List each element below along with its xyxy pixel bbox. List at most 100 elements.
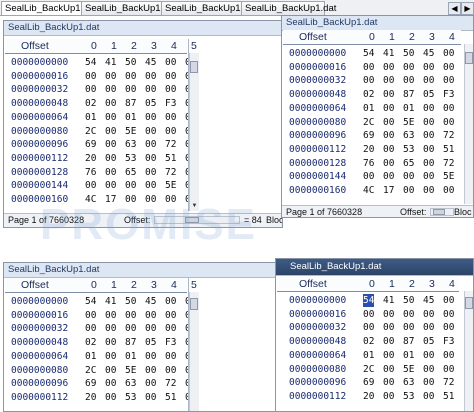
hex-byte-cell[interactable]: 01 [125, 111, 136, 124]
hex-byte-cell[interactable]: 54 [363, 294, 375, 307]
hex-byte-cell[interactable]: 01 [85, 350, 96, 363]
hex-byte-cell[interactable]: 00 [125, 309, 136, 322]
hex-byte-cell[interactable]: F3 [165, 336, 176, 349]
hex-byte-cell[interactable]: 00 [423, 116, 434, 129]
hex-byte-cell[interactable]: 76 [85, 166, 96, 179]
hex-byte-cell[interactable]: 00 [105, 377, 116, 390]
hex-byte-cell[interactable]: 5E [125, 125, 136, 138]
hex-byte-cell[interactable]: 00 [383, 116, 394, 129]
hex-byte-cell[interactable]: F3 [165, 97, 176, 110]
hex-byte-cell[interactable]: 53 [125, 391, 136, 404]
hex-byte-cell[interactable]: F3 [443, 335, 454, 348]
hex-byte-cell[interactable]: 72 [165, 138, 176, 151]
hex-byte-cell[interactable]: 45 [145, 56, 156, 69]
hex-byte-cell[interactable]: 00 [165, 125, 176, 138]
hex-byte-cell[interactable]: 00 [423, 363, 434, 376]
hex-byte-cell[interactable]: 72 [443, 157, 454, 170]
hex-byte-cell[interactable]: 63 [403, 376, 414, 389]
hex-byte-cell[interactable]: 00 [105, 152, 116, 165]
document-tab-1[interactable]: SealLib_BackUp1.dat [1, 1, 96, 15]
hex-byte-cell[interactable]: 2C [85, 125, 96, 138]
hex-byte-cell[interactable]: 01 [363, 349, 374, 362]
hex-byte-cell[interactable]: 00 [363, 61, 374, 74]
hex-byte-cell[interactable]: 41 [105, 295, 116, 308]
hex-byte-cell[interactable]: 02 [363, 335, 374, 348]
hex-byte-cell[interactable]: 00 [145, 193, 156, 206]
hex-byte-cell[interactable]: 00 [165, 322, 176, 335]
hex-byte-cell[interactable]: 00 [383, 157, 394, 170]
hex-byte-cell[interactable]: 41 [383, 47, 394, 60]
hex-byte-cell[interactable]: 00 [403, 321, 414, 334]
hex-byte-cell[interactable]: 53 [125, 152, 136, 165]
hex-byte-cell[interactable]: 00 [423, 376, 434, 389]
hex-byte-cell[interactable]: 00 [145, 83, 156, 96]
hex-byte-cell[interactable]: 00 [165, 295, 176, 308]
hex-byte-cell[interactable]: 00 [125, 70, 136, 83]
hex-byte-cell[interactable]: 00 [443, 116, 454, 129]
hex-byte-cell[interactable]: 00 [443, 363, 454, 376]
hex-byte-cell[interactable]: 00 [165, 350, 176, 363]
hex-byte-cell[interactable]: 00 [125, 179, 136, 192]
hex-byte-cell[interactable]: 50 [125, 56, 136, 69]
hex-byte-cell[interactable]: 00 [145, 350, 156, 363]
hex-byte-cell[interactable]: 63 [403, 129, 414, 142]
hex-byte-cell[interactable]: 51 [443, 390, 454, 403]
hex-byte-cell[interactable]: 76 [363, 157, 374, 170]
hscroll-thumb[interactable] [433, 209, 445, 215]
hex-byte-cell[interactable]: 00 [423, 170, 434, 183]
hex-byte-cell[interactable]: 00 [105, 97, 116, 110]
scroll-down-icon[interactable]: ▼ [190, 202, 199, 211]
hex-byte-cell[interactable]: 41 [383, 294, 394, 307]
hex-byte-cell[interactable]: 51 [165, 391, 176, 404]
vertical-scrollbar[interactable]: ▼ [189, 53, 199, 211]
hex-byte-cell[interactable]: 00 [383, 129, 394, 142]
hex-byte-cell[interactable]: 00 [423, 61, 434, 74]
hex-byte-cell[interactable]: 00 [443, 308, 454, 321]
hex-byte-cell[interactable]: 20 [85, 152, 96, 165]
hex-byte-cell[interactable]: 00 [145, 364, 156, 377]
hex-byte-cell[interactable]: 00 [383, 321, 394, 334]
hex-byte-cell[interactable]: 00 [383, 143, 394, 156]
hex-byte-cell[interactable]: 00 [145, 111, 156, 124]
hex-byte-cell[interactable]: 00 [145, 377, 156, 390]
hex-byte-cell[interactable]: 00 [363, 170, 374, 183]
hex-byte-cell[interactable]: 00 [105, 336, 116, 349]
hex-byte-cell[interactable]: 00 [145, 125, 156, 138]
hex-byte-cell[interactable]: 00 [165, 364, 176, 377]
scrollbar-thumb[interactable] [190, 61, 198, 73]
hex-byte-cell[interactable]: 00 [105, 125, 116, 138]
hex-byte-cell[interactable]: 4C [85, 193, 96, 206]
hex-byte-cell[interactable]: 00 [383, 74, 394, 87]
hex-byte-cell[interactable]: 50 [125, 295, 136, 308]
hex-byte-cell[interactable]: 65 [403, 157, 414, 170]
hex-byte-cell[interactable]: 00 [423, 349, 434, 362]
hex-byte-cell[interactable]: 00 [165, 70, 176, 83]
hex-byte-cell[interactable]: 00 [423, 390, 434, 403]
hex-byte-cell[interactable]: 45 [145, 295, 156, 308]
hex-byte-cell[interactable]: 00 [145, 138, 156, 151]
hex-byte-cell[interactable]: 00 [105, 138, 116, 151]
hex-byte-cell[interactable]: 00 [443, 294, 454, 307]
hex-byte-cell[interactable]: 00 [423, 157, 434, 170]
hex-byte-cell[interactable]: 00 [443, 74, 454, 87]
hex-byte-cell[interactable]: 00 [105, 179, 116, 192]
hex-byte-cell[interactable]: 2C [363, 363, 374, 376]
vertical-scrollbar[interactable] [464, 291, 473, 411]
hex-byte-cell[interactable]: 00 [383, 363, 394, 376]
hex-byte-cell[interactable]: 00 [145, 309, 156, 322]
hex-byte-cell[interactable]: 87 [125, 97, 136, 110]
hex-byte-cell[interactable]: 54 [85, 56, 96, 69]
hex-byte-cell[interactable]: 00 [423, 102, 434, 115]
hex-byte-cell[interactable]: 00 [383, 61, 394, 74]
hex-byte-cell[interactable]: 00 [403, 184, 414, 197]
hex-byte-cell[interactable]: 87 [125, 336, 136, 349]
hex-byte-cell[interactable]: 00 [363, 74, 374, 87]
hex-byte-cell[interactable]: 87 [403, 335, 414, 348]
hex-byte-cell[interactable]: 00 [423, 308, 434, 321]
hex-byte-cell[interactable]: 54 [85, 295, 96, 308]
vertical-scrollbar[interactable] [464, 44, 473, 204]
hex-byte-cell[interactable]: 5E [165, 179, 176, 192]
hex-byte-cell[interactable]: 5E [443, 170, 454, 183]
horizontal-scrollbar[interactable] [430, 208, 454, 216]
hex-byte-cell[interactable]: 69 [363, 129, 374, 142]
